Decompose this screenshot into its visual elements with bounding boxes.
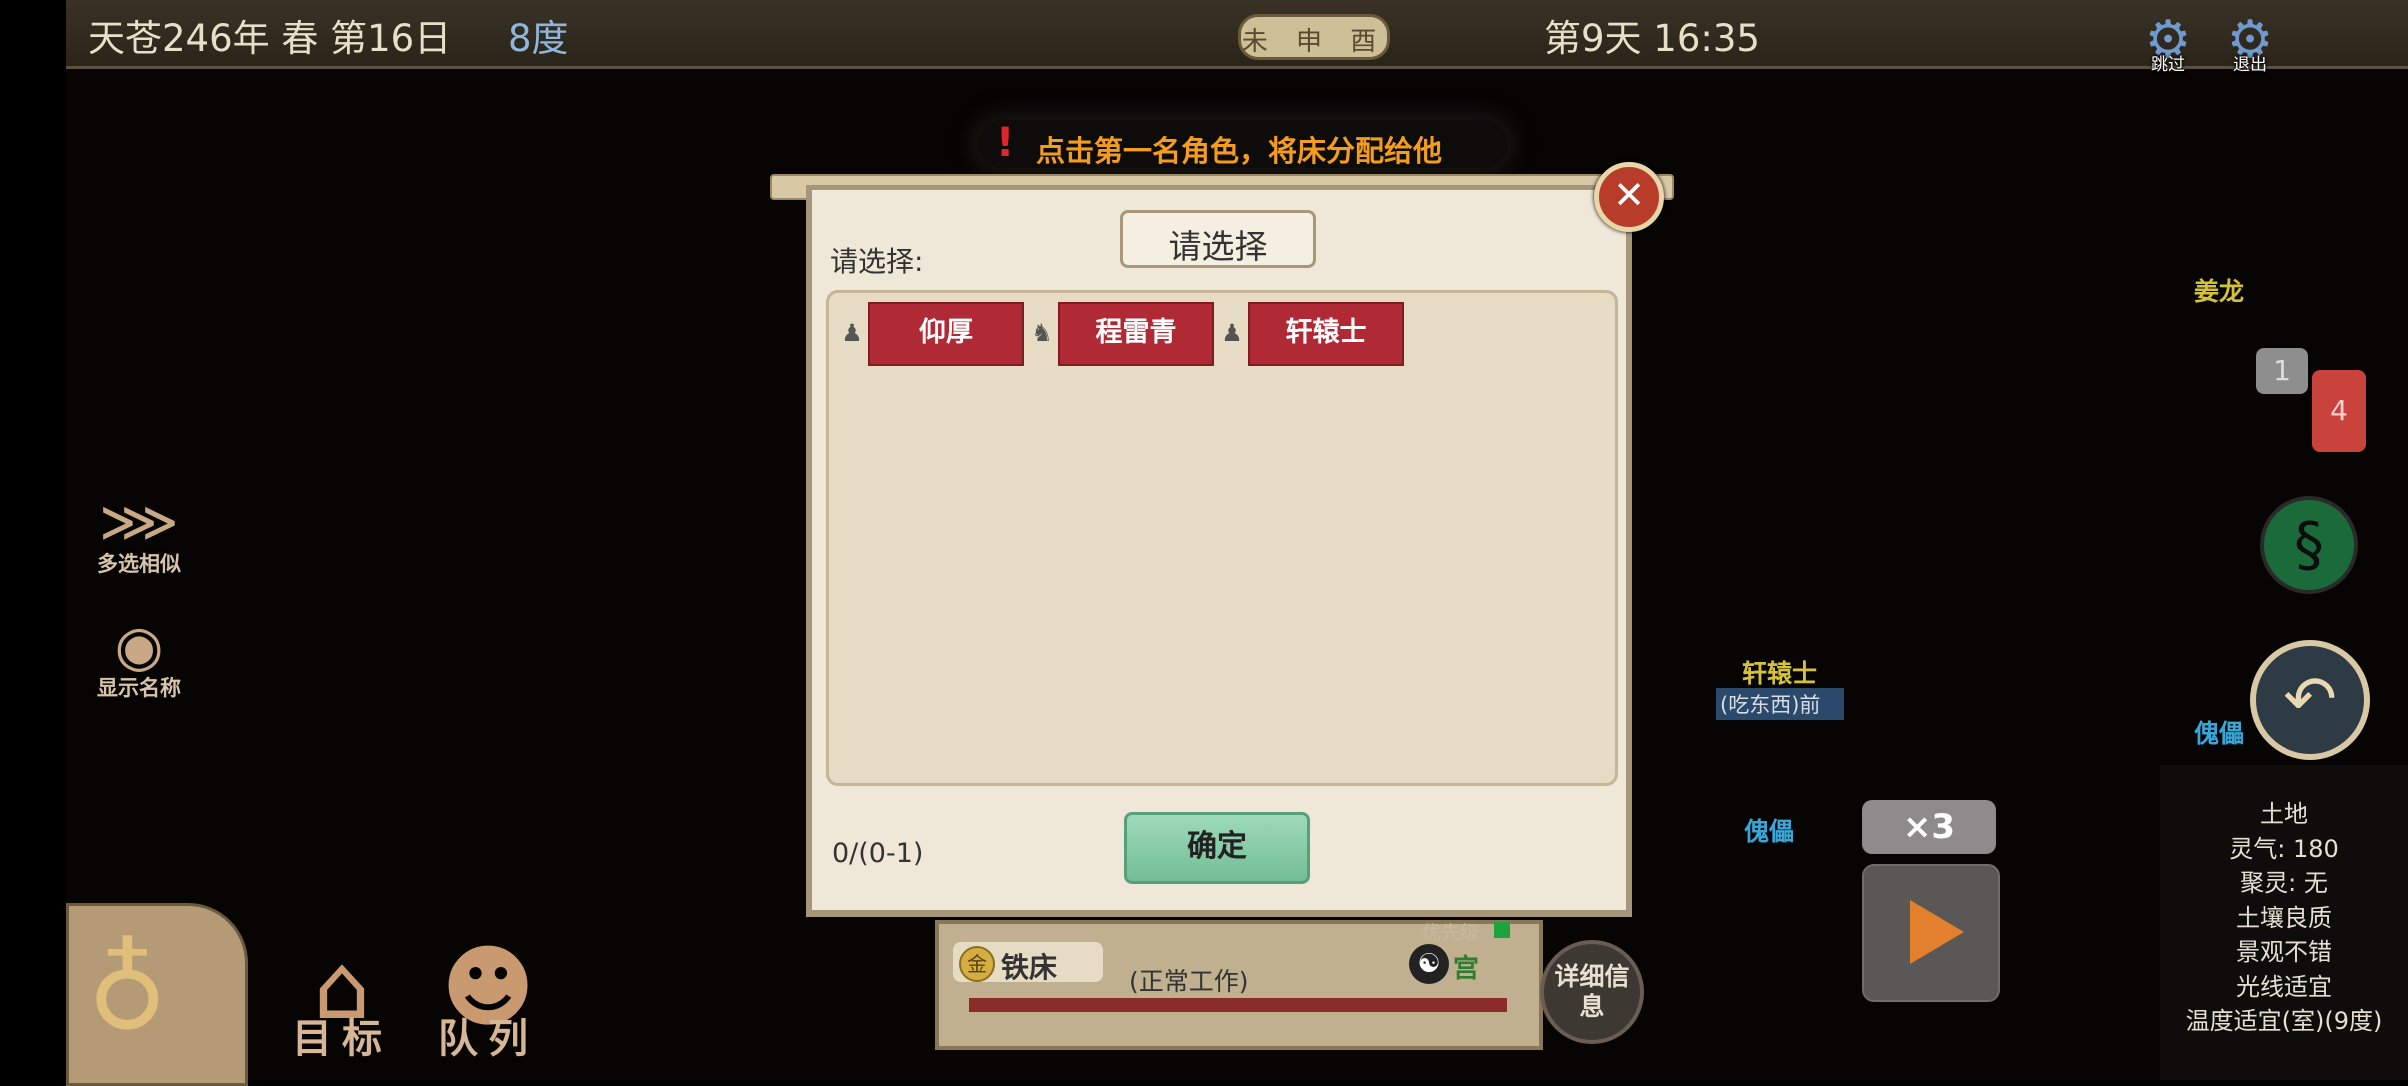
priority-label: 优先级 [1422, 922, 1480, 944]
option-yanghou[interactable]: 仰厚 [868, 302, 1024, 366]
building-status: (正常工作) [1129, 967, 1249, 996]
priority-indicator[interactable] [1494, 922, 1510, 938]
terrain-info-panel: 土地 灵气: 180 聚灵: 无 土壤良质 景观不错 光线适宜 温度适宜(室)(… [2160, 765, 2408, 1080]
back-undo-button[interactable]: ↶ [2250, 640, 2370, 760]
red-alert-bubble[interactable]: 4 [2312, 370, 2366, 452]
time-period-emblem: 未 申 酉 [1216, 10, 1406, 60]
confirm-button[interactable]: 确定 [1124, 812, 1310, 884]
play-icon [1910, 900, 1964, 964]
temperature-readout: 8度 [508, 17, 569, 60]
gold-element-icon: 金 [959, 946, 995, 982]
hint-text: 点击第一名角色，将床分配给他 [1036, 134, 1443, 168]
building-name: 铁床 [1001, 951, 1058, 984]
option-chengleiqing[interactable]: 程雷青 [1058, 302, 1214, 366]
exit-button[interactable]: ⚙ 退出 [2222, 14, 2278, 75]
character-name-xuanyuanshi[interactable]: 轩辕士 [1742, 654, 1817, 690]
grey-message-bubble[interactable]: 1 [2256, 348, 2308, 394]
person-icon: ♟ [1218, 302, 1246, 364]
queue-button[interactable]: ☻ 队列 [432, 940, 544, 1064]
close-icon[interactable]: ✕ [1594, 162, 1664, 232]
target-button[interactable]: ⌂ 目标 [286, 940, 398, 1064]
yin-yang-icon: ☯ [1409, 944, 1449, 984]
terrain-type: 土地 [2260, 800, 2308, 828]
speed-x3-button[interactable]: ×3 [1862, 800, 1996, 854]
option-xuanyuanshi[interactable]: 轩辕士 [1248, 302, 1404, 366]
terrain-spirit-qi: 灵气: 180 [2229, 834, 2339, 863]
puppet-name-3[interactable]: 傀儡 [1744, 812, 1794, 848]
terrain-scenery: 景观不错 [2236, 938, 2332, 966]
exclamation-icon: ! [996, 120, 1015, 166]
gourd-icon: ♁ [87, 926, 168, 1054]
dialog-title: 请选择 [1168, 227, 1268, 266]
terrain-temperature: 温度适宜(室)(9度) [2185, 1007, 2383, 1035]
beast-icon: ♞ [1028, 302, 1056, 364]
selection-count: 0/(0-1) [832, 838, 924, 869]
building-role: 宫 [1453, 954, 1480, 984]
building-durability-bar [969, 998, 1507, 1012]
puppet-name-1[interactable]: 傀儡 [2194, 714, 2244, 750]
time-period-label: 未 申 酉 [1241, 27, 1387, 57]
play-button[interactable] [1862, 864, 2000, 1002]
terrain-gather-spirit: 聚灵: 无 [2240, 869, 2328, 897]
building-name-chip[interactable]: 金 铁床 [953, 942, 1103, 984]
skip-button[interactable]: ⚙ 跳过 [2140, 14, 2196, 75]
character-activity-status: (吃东西)前 [1716, 688, 1845, 720]
gourd-inventory-button[interactable]: ♁ [66, 903, 248, 1086]
spiral-qi-icon[interactable]: § [2260, 496, 2358, 594]
character-name-jianglong[interactable]: 姜龙 [2194, 272, 2244, 308]
terrain-soil-quality: 土壤良质 [2236, 903, 2332, 932]
top-status-bar: 天苍246年 春 第16日 8度 未 申 酉 第9天 16:35 ⚙ 跳过 ⚙ … [66, 0, 2408, 75]
tutorial-hint: ! 点击第一名角色，将床分配给他 [978, 120, 1508, 168]
multi-select-similar-button[interactable]: ⋙ 多选相似 [84, 488, 194, 578]
dialog-title-plate: 请选择 [1120, 210, 1316, 268]
calendar-date: 天苍246年 春 第16日 [88, 17, 452, 60]
day-time-readout: 第9天 16:35 [1544, 17, 1760, 60]
terrain-lighting: 光线适宜 [2236, 972, 2332, 1001]
show-names-button[interactable]: ◉ 显示名称 [84, 612, 194, 702]
person-icon: ♟ [838, 302, 866, 364]
dialog-prompt: 请选择: [830, 245, 924, 278]
detail-info-button[interactable]: 详细信息 [1540, 940, 1644, 1044]
